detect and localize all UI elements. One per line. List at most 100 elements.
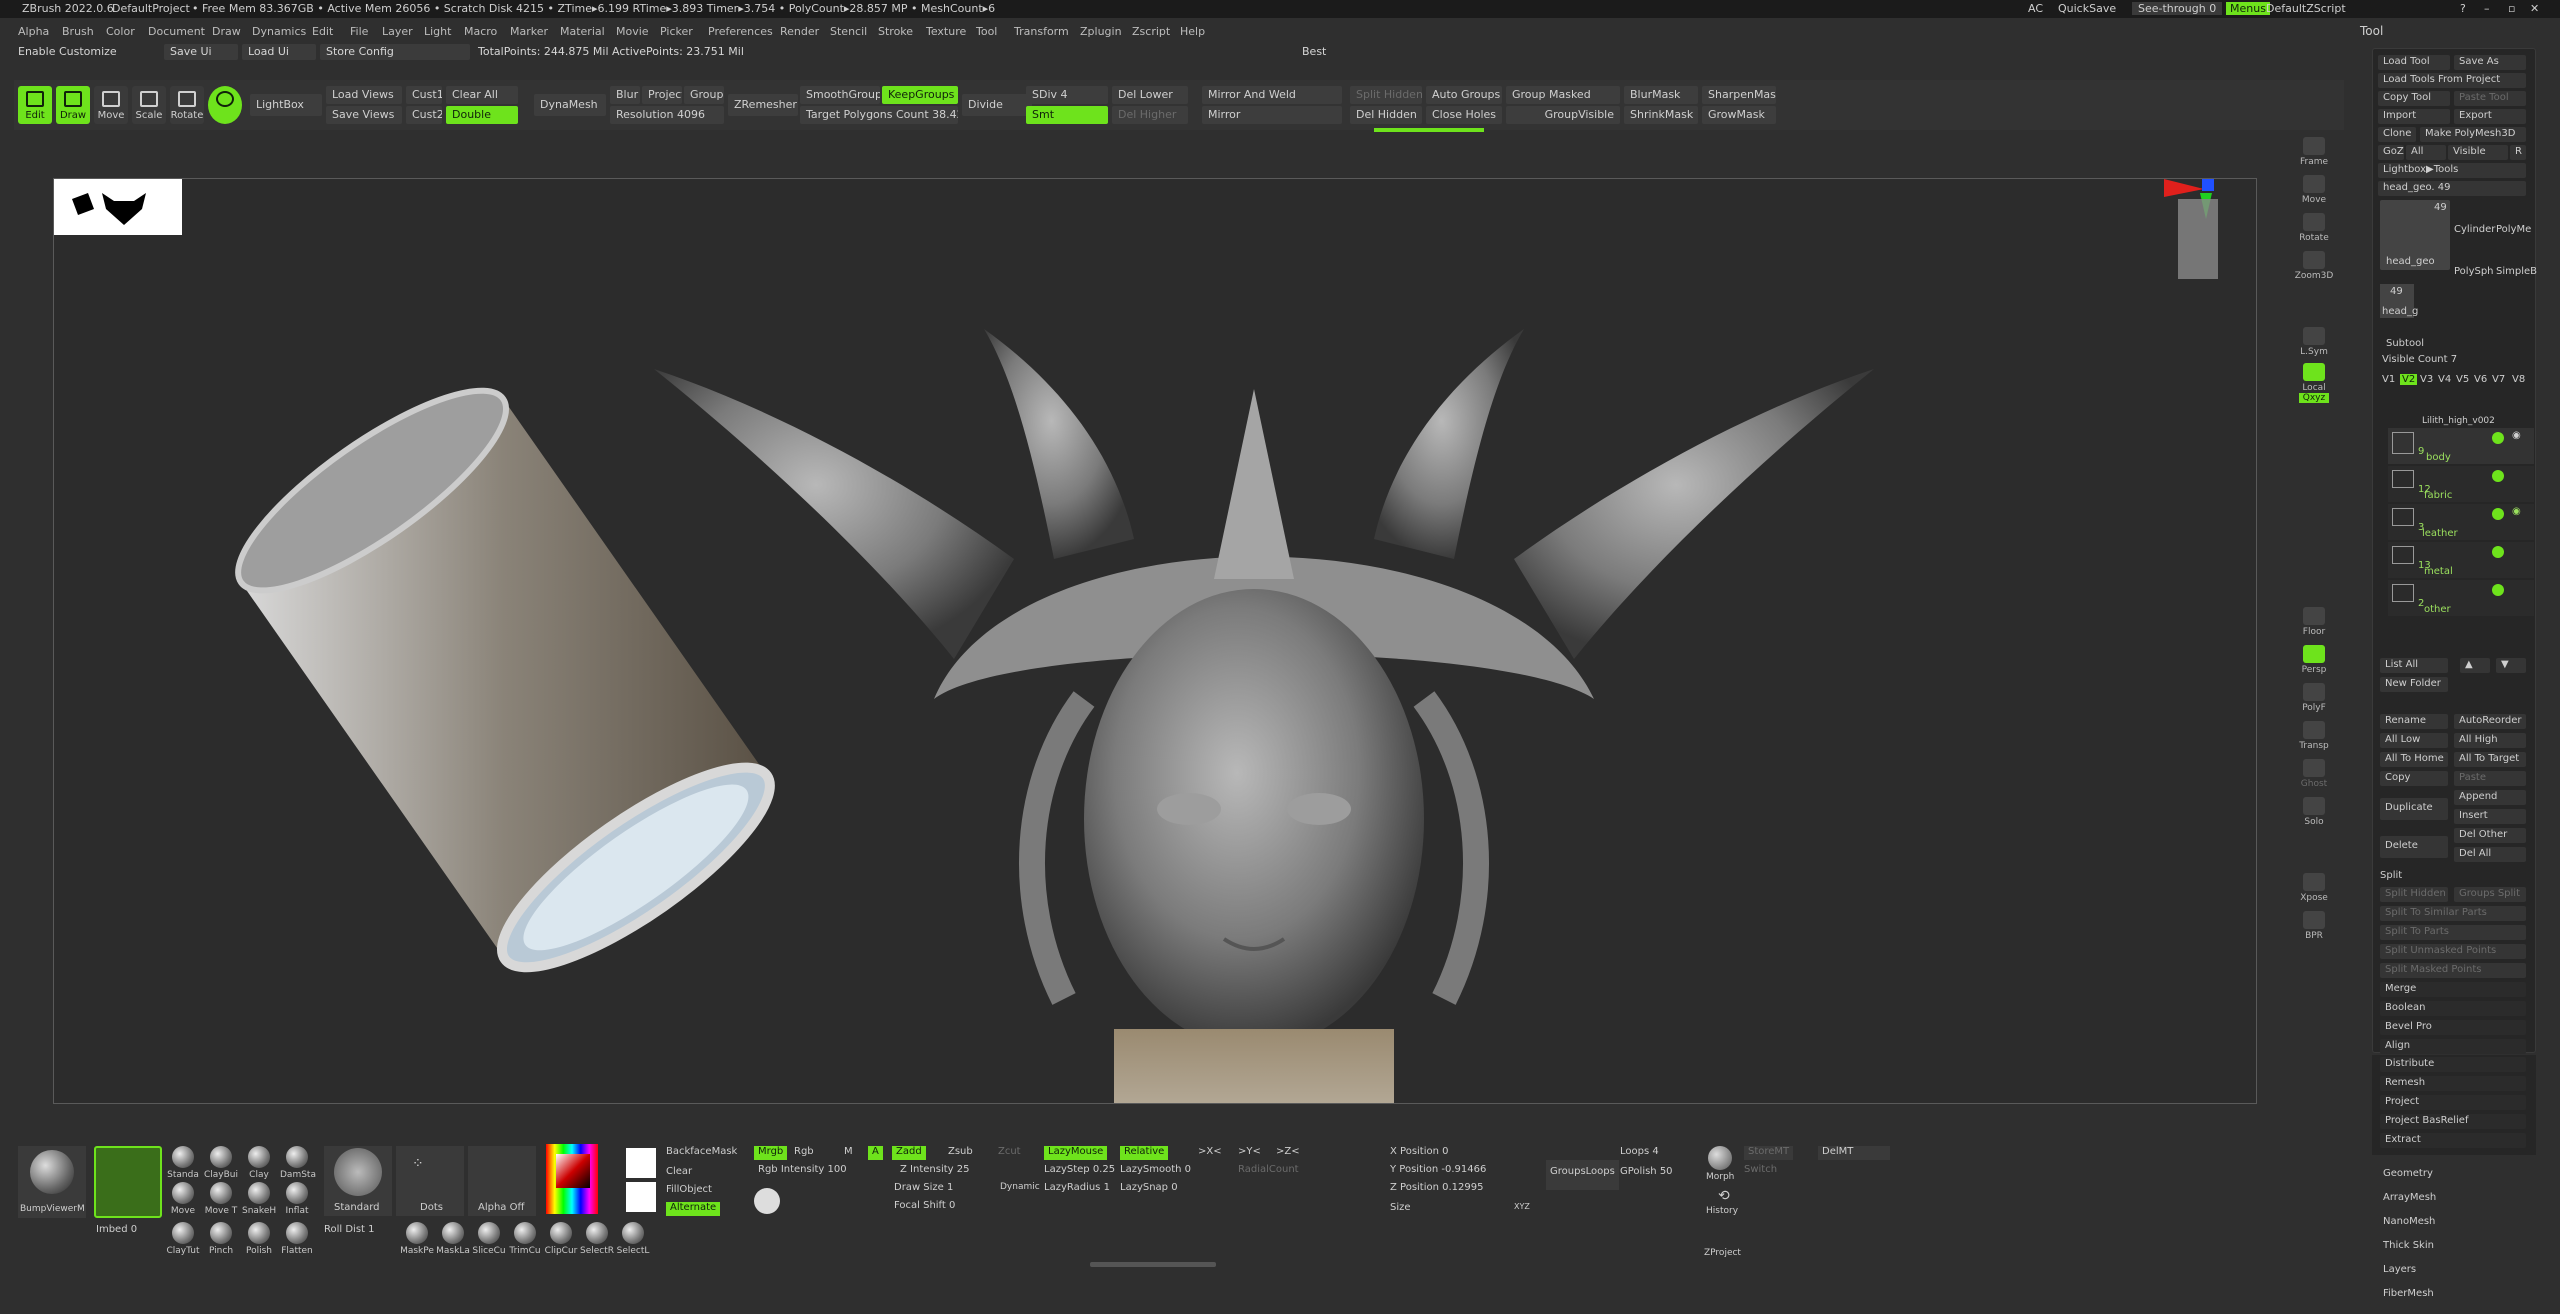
mirror-button[interactable]: Mirror [1202, 106, 1342, 124]
x-position-slider[interactable]: X Position 0 [1390, 1146, 1449, 1160]
lazyradius-slider[interactable]: LazyRadius 1 [1044, 1182, 1110, 1196]
brush-selectrect[interactable]: SelectR [580, 1222, 614, 1256]
color-picker[interactable] [546, 1144, 598, 1214]
morph-icon[interactable] [1708, 1146, 1732, 1170]
primary-color-swatch[interactable] [626, 1148, 656, 1178]
resolution-slider[interactable]: Resolution 4096 [610, 106, 724, 124]
zcut-toggle[interactable]: Zcut [998, 1146, 1021, 1160]
subtool-row-fabric[interactable]: 12 fabric [2388, 466, 2534, 502]
load-ui-button[interactable]: Load Ui [242, 44, 316, 60]
draw-button[interactable]: Draw [56, 86, 90, 124]
smt-toggle[interactable]: Smt [1026, 106, 1108, 124]
menus-toggle[interactable]: Menus [2226, 2, 2270, 15]
arrow-down-icon[interactable]: ▼ [2496, 658, 2526, 673]
menu-brush[interactable]: Brush [62, 25, 94, 38]
zadd-toggle[interactable]: Zadd [892, 1146, 926, 1160]
y-symmetry-toggle[interactable]: >Y< [1238, 1146, 1261, 1160]
all-button[interactable]: All [2406, 145, 2446, 160]
split-hidden-button[interactable]: Split Hidden [1350, 86, 1422, 104]
clear-button[interactable]: Clear [666, 1166, 692, 1180]
move-button[interactable]: Move [94, 86, 128, 124]
lightbox-tools-button[interactable]: Lightbox▶Tools [2378, 163, 2526, 178]
lazystep-slider[interactable]: LazyStep 0.25 [1044, 1164, 1115, 1178]
brush-snakehook[interactable]: SnakeH [242, 1182, 276, 1216]
blurmask-button[interactable]: BlurMask [1624, 86, 1698, 104]
target-polygons-slider[interactable]: Target Polygons Count 38.427 [800, 106, 958, 124]
cust1-button[interactable]: Cust1 [406, 86, 442, 104]
polysphere-tool[interactable]: PolySph [2454, 266, 2494, 277]
bevel-pro-section[interactable]: Bevel Pro [2380, 1020, 2526, 1035]
append-button[interactable]: Append [2454, 790, 2526, 805]
version-v4[interactable]: V4 [2438, 374, 2451, 385]
fillobject-button[interactable]: FillObject [666, 1184, 712, 1198]
loops-slider[interactable]: Loops 4 [1620, 1146, 1659, 1160]
save-ui-button[interactable]: Save Ui [164, 44, 238, 60]
gear-icon[interactable] [2492, 584, 2504, 596]
z-position-slider[interactable]: Z Position 0.12995 [1390, 1182, 1484, 1196]
goz-button[interactable]: GoZ [2378, 145, 2404, 160]
brush-inflate[interactable]: Inflat [280, 1182, 314, 1216]
menu-macro[interactable]: Macro [464, 25, 497, 38]
menu-color[interactable]: Color [106, 25, 135, 38]
del-higher-button[interactable]: Del Higher [1112, 106, 1188, 124]
export-button[interactable]: Export [2454, 109, 2526, 124]
layers-section[interactable]: Layers [2383, 1264, 2416, 1275]
rotate-button[interactable]: Rotate [170, 86, 204, 124]
all-low-button[interactable]: All Low [2380, 733, 2448, 748]
gear-icon[interactable] [2492, 508, 2504, 520]
close-holes-button[interactable]: Close Holes [1426, 106, 1502, 124]
make-polymesh-button[interactable]: Make PolyMesh3D [2420, 127, 2526, 142]
gpolish-slider[interactable]: GPolish 50 [1620, 1166, 1673, 1180]
draw-size-slider[interactable]: Draw Size 1 [894, 1182, 953, 1196]
project-section[interactable]: Project [2380, 1095, 2526, 1110]
groups-split-button[interactable]: Groups Split [2454, 887, 2526, 902]
xpose-button[interactable]: Xpose [2290, 871, 2338, 905]
brush-move-topological[interactable]: Move T [204, 1182, 238, 1216]
cylinder-tool[interactable]: Cylinder [2454, 224, 2495, 235]
shrinkmask-button[interactable]: ShrinkMask [1624, 106, 1698, 124]
import-button[interactable]: Import [2378, 109, 2450, 124]
eye-icon[interactable]: ◉ [2512, 430, 2521, 441]
zoom3d-button[interactable]: Zoom3D [2290, 249, 2338, 283]
help-icon[interactable]: ? [2460, 2, 2466, 15]
double-toggle[interactable]: Double [446, 106, 518, 124]
groups-toggle[interactable]: Groups [684, 86, 724, 104]
menu-document[interactable]: Document [148, 25, 205, 38]
z-intensity-slider[interactable]: Z Intensity 25 [900, 1164, 969, 1178]
persp-button[interactable]: Persp [2290, 643, 2338, 677]
autoreorder-button[interactable]: AutoReorder [2454, 714, 2526, 729]
keepgroups-toggle[interactable]: KeepGroups [882, 86, 958, 104]
mrgb-toggle[interactable]: Mrgb [754, 1146, 788, 1160]
load-tool-button[interactable]: Load Tool [2378, 55, 2450, 70]
distribute-section[interactable]: Distribute [2380, 1057, 2526, 1072]
radialcount-slider[interactable]: RadialCount [1238, 1164, 1299, 1178]
auto-groups-button[interactable]: Auto Groups [1426, 86, 1502, 104]
r-button[interactable]: R [2510, 145, 2526, 160]
new-folder-button[interactable]: New Folder [2380, 677, 2448, 692]
growmask-button[interactable]: GrowMask [1702, 106, 1776, 124]
m-toggle[interactable]: M [844, 1146, 853, 1160]
gear-icon[interactable] [2492, 470, 2504, 482]
roll-dist-slider[interactable]: Roll Dist 1 [324, 1224, 375, 1238]
subtool-row-body[interactable]: 9 body ◉ [2388, 428, 2534, 464]
current-tool-slider[interactable]: head_geo. 49 [2378, 181, 2526, 196]
tool-panel-title[interactable]: Tool [2360, 24, 2383, 38]
alternate-toggle[interactable]: Alternate [666, 1202, 721, 1216]
stroke-standard[interactable]: Standard [324, 1146, 392, 1216]
relative-toggle[interactable]: Relative [1120, 1146, 1169, 1160]
nanomesh-section[interactable]: NanoMesh [2383, 1216, 2435, 1227]
zproject-button[interactable]: ZProject [1704, 1248, 1741, 1262]
insert-button[interactable]: Insert [2454, 809, 2526, 824]
save-as-button[interactable]: Save As [2454, 55, 2526, 70]
load-views-button[interactable]: Load Views [326, 86, 402, 104]
menu-zplugin[interactable]: Zplugin [1080, 25, 1122, 38]
imbed-slider[interactable]: Imbed 0 [96, 1224, 137, 1238]
menu-zscript[interactable]: Zscript [1132, 25, 1170, 38]
menu-file[interactable]: File [350, 25, 368, 38]
rgb-intensity-slider[interactable]: Rgb Intensity 100 [758, 1164, 847, 1178]
visible-button[interactable]: Visible [2448, 145, 2508, 160]
rotate-view-button[interactable]: Rotate [2290, 211, 2338, 245]
save-views-button[interactable]: Save Views [326, 106, 402, 124]
gear-icon[interactable] [2492, 546, 2504, 558]
x-symmetry-toggle[interactable]: >X< [1198, 1146, 1222, 1160]
